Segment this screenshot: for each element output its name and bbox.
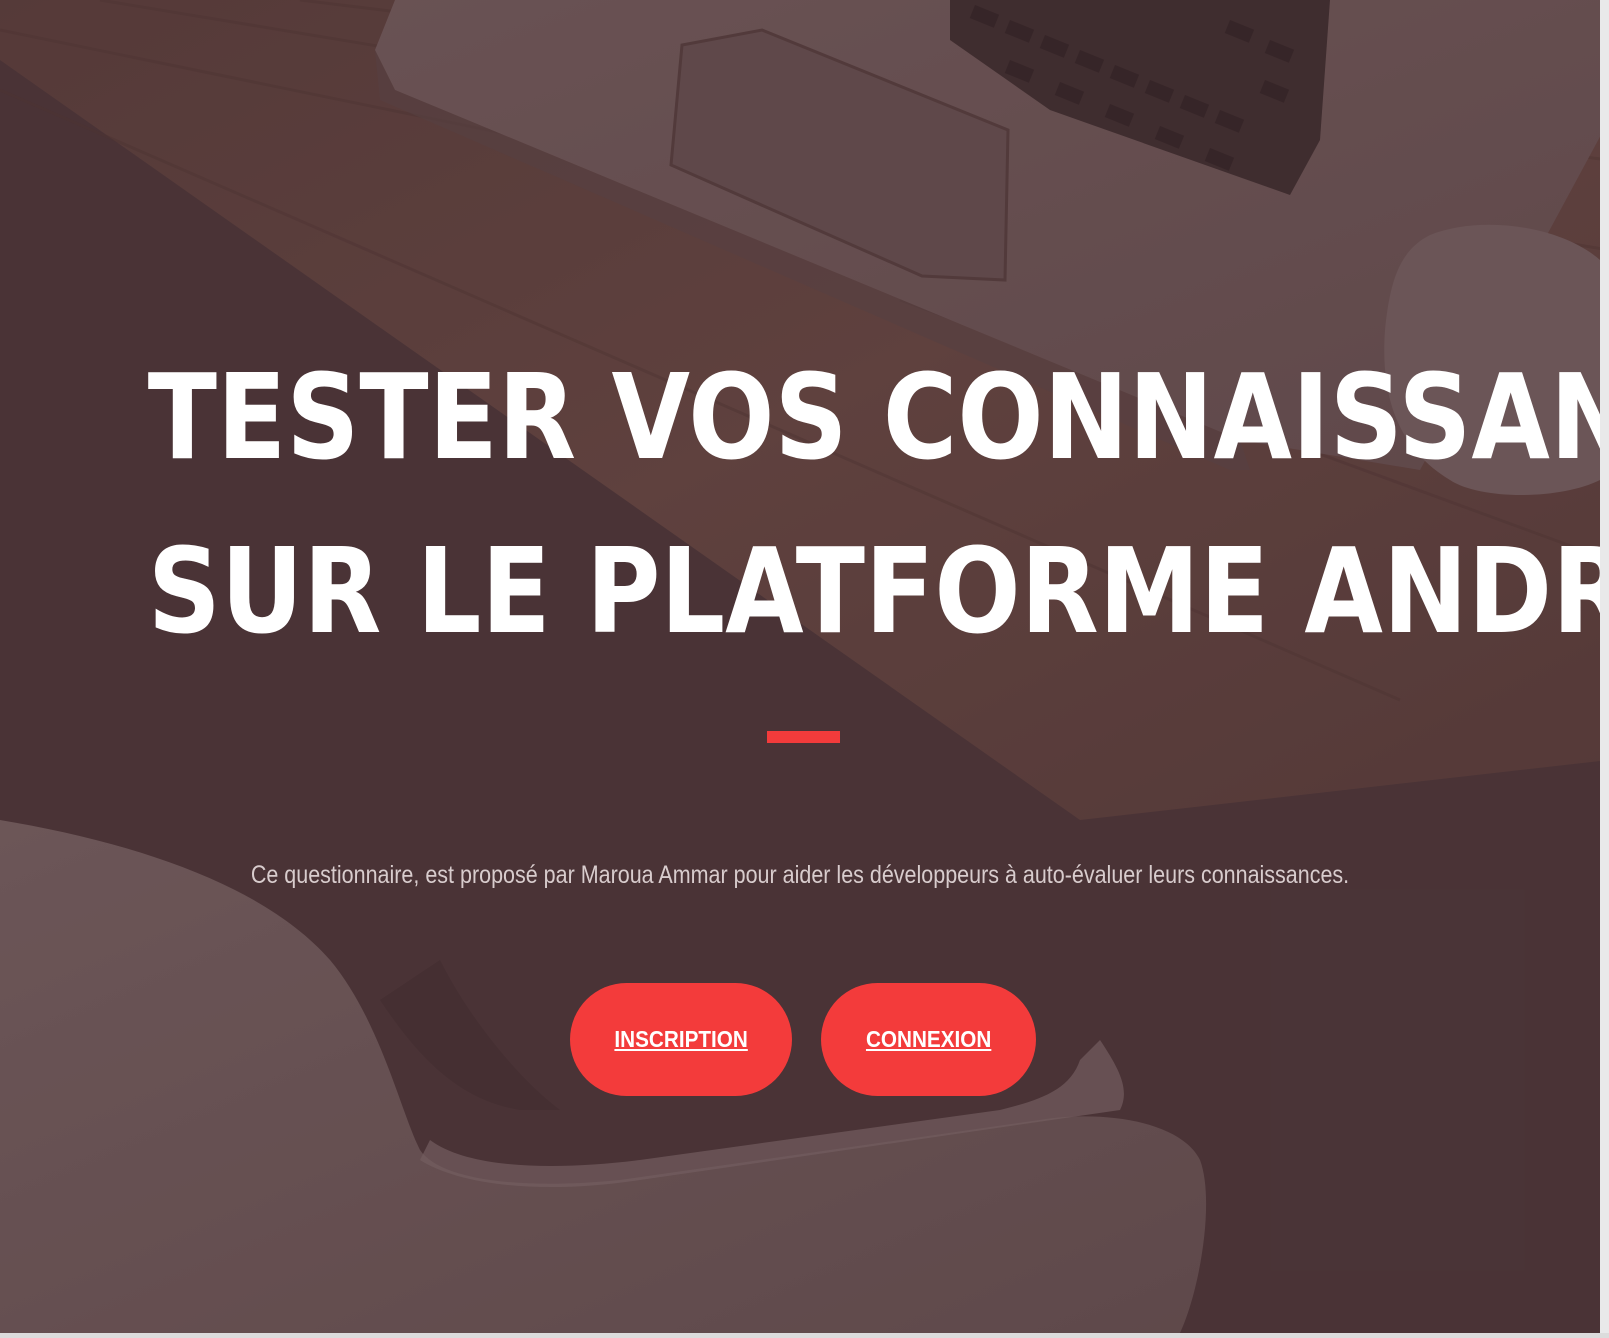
inscription-button[interactable]: INSCRIPTION xyxy=(570,983,792,1096)
hero-headline: TESTER VOS CONNAISSANCES SUR LE PLATFORM… xyxy=(147,330,1609,678)
hero-tagline: Ce questionnaire, est proposé par Maroua… xyxy=(250,861,1350,889)
accent-divider xyxy=(767,731,840,743)
connexion-button[interactable]: CONNEXION xyxy=(821,983,1036,1096)
headline-line-2: SUR LE PLATFORME ANDROID xyxy=(147,522,1609,660)
window-right-edge xyxy=(1600,0,1609,1338)
hero-content: TESTER VOS CONNAISSANCES SUR LE PLATFORM… xyxy=(0,0,1609,1333)
inscription-button-label: INSCRIPTION xyxy=(614,1026,748,1052)
headline-line-1: TESTER VOS CONNAISSANCES xyxy=(147,348,1609,486)
connexion-button-label: CONNEXION xyxy=(865,1026,992,1052)
hero-section: TESTER VOS CONNAISSANCES SUR LE PLATFORM… xyxy=(0,0,1609,1333)
window-bottom-edge xyxy=(0,1333,1609,1338)
